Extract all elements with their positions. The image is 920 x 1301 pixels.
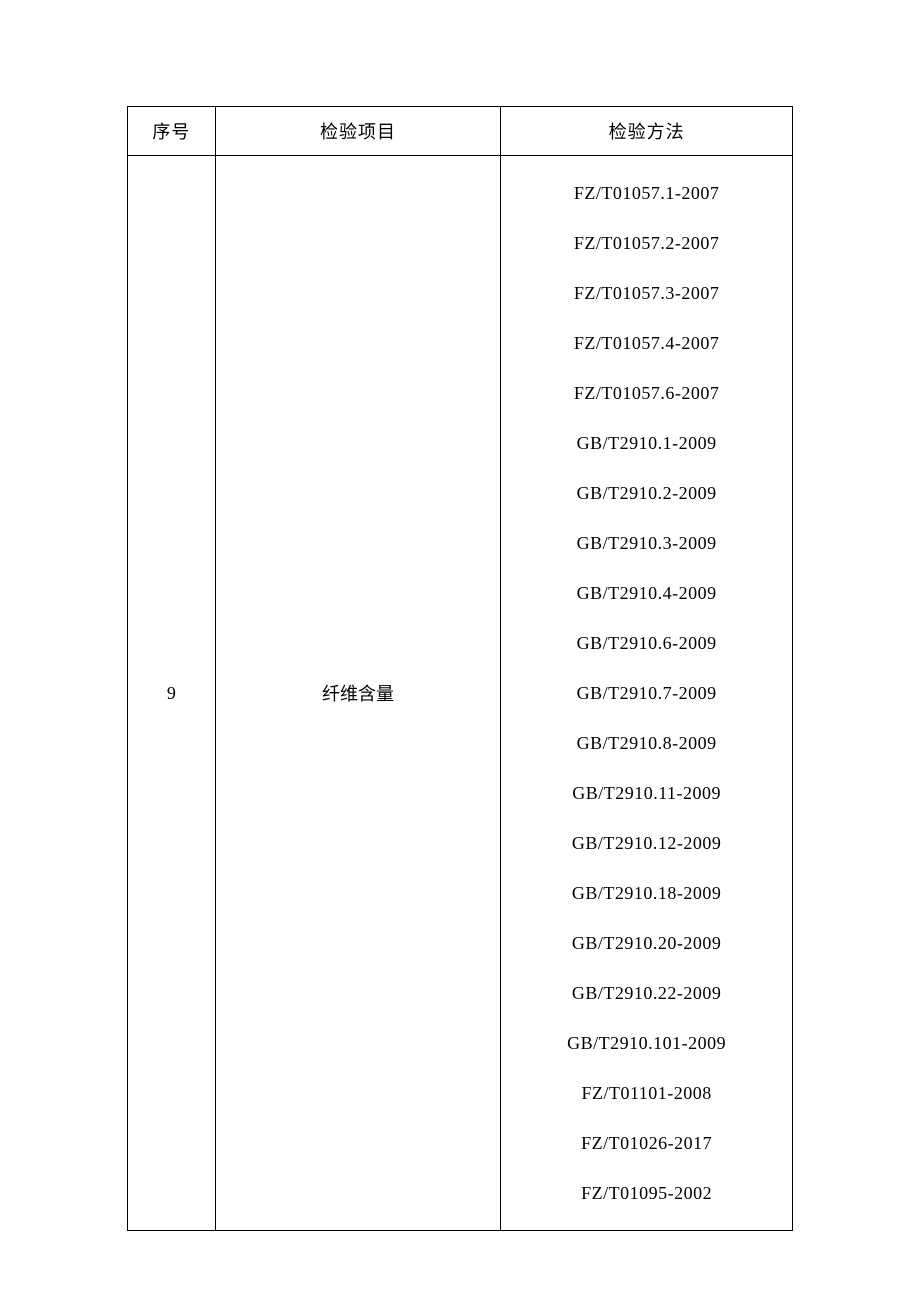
standards-table: 序号 检验项目 检验方法 9 纤维含量 FZ/T01057.1-2007FZ/T… <box>127 106 793 1231</box>
header-method: 检验方法 <box>501 107 793 156</box>
header-item: 检验项目 <box>215 107 500 156</box>
method-item: FZ/T01101-2008 <box>581 1068 711 1118</box>
table-header-row: 序号 检验项目 检验方法 <box>128 107 793 156</box>
method-item: GB/T2910.6-2009 <box>577 618 717 668</box>
methods-list: FZ/T01057.1-2007FZ/T01057.2-2007FZ/T0105… <box>501 156 792 1230</box>
method-item: FZ/T01057.4-2007 <box>574 318 720 368</box>
cell-item: 纤维含量 <box>215 156 500 1231</box>
header-seq: 序号 <box>128 107 216 156</box>
method-item: GB/T2910.22-2009 <box>572 968 722 1018</box>
method-item: GB/T2910.12-2009 <box>572 818 722 868</box>
method-item: GB/T2910.2-2009 <box>577 468 717 518</box>
method-item: FZ/T01057.6-2007 <box>574 368 720 418</box>
method-item: FZ/T01095-2002 <box>581 1168 712 1218</box>
method-item: GB/T2910.7-2009 <box>577 668 717 718</box>
method-item: GB/T2910.11-2009 <box>572 768 721 818</box>
method-item: FZ/T01057.3-2007 <box>574 268 720 318</box>
method-item: GB/T2910.101-2009 <box>567 1018 726 1068</box>
method-item: GB/T2910.18-2009 <box>572 868 722 918</box>
method-item: GB/T2910.8-2009 <box>577 718 717 768</box>
standards-table-container: 序号 检验项目 检验方法 9 纤维含量 FZ/T01057.1-2007FZ/T… <box>127 106 793 1231</box>
method-item: FZ/T01026-2017 <box>581 1118 712 1168</box>
method-item: FZ/T01057.1-2007 <box>574 168 720 218</box>
method-item: GB/T2910.4-2009 <box>577 568 717 618</box>
method-item: GB/T2910.20-2009 <box>572 918 722 968</box>
method-item: GB/T2910.1-2009 <box>577 418 717 468</box>
method-item: GB/T2910.3-2009 <box>577 518 717 568</box>
cell-methods: FZ/T01057.1-2007FZ/T01057.2-2007FZ/T0105… <box>501 156 793 1231</box>
method-item: FZ/T01057.2-2007 <box>574 218 720 268</box>
table-row: 9 纤维含量 FZ/T01057.1-2007FZ/T01057.2-2007F… <box>128 156 793 1231</box>
cell-seq: 9 <box>128 156 216 1231</box>
